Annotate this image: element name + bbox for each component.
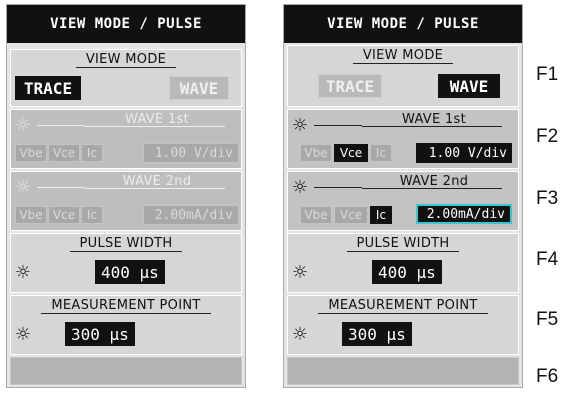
- pulse-width-section: PULSE WIDTH ☼ 400 µs: [10, 233, 242, 293]
- view-mode-title: VIEW MODE: [352, 48, 454, 64]
- wave-1st-title: WAVE 1st: [125, 112, 189, 127]
- wave-2nd-title: WAVE 2nd: [122, 174, 192, 189]
- trace-button[interactable]: TRACE: [318, 74, 382, 98]
- panel-header: VIEW MODE / PULSE: [7, 5, 245, 43]
- empty-softkey-section: [287, 357, 519, 385]
- gear-icon[interactable]: ☼: [290, 263, 310, 283]
- measurement-point-section: MEASUREMENT POINT ☼ 300 µs: [287, 295, 519, 355]
- gear-icon[interactable]: ☼: [13, 263, 33, 283]
- pulse-width-title: PULSE WIDTH: [346, 236, 460, 252]
- chip-vbe[interactable]: Vbe: [300, 206, 332, 224]
- gear-icon[interactable]: ☼: [13, 116, 33, 136]
- chip-vbe[interactable]: Vbe: [15, 206, 47, 224]
- trace-button[interactable]: TRACE: [15, 76, 81, 100]
- wave-2nd-scale-value[interactable]: 2.00mA/div: [416, 204, 512, 224]
- measurement-point-section: MEASUREMENT POINT ☼ 300 µs: [10, 295, 242, 355]
- gear-icon[interactable]: ☼: [290, 178, 310, 198]
- wave-button[interactable]: WAVE: [169, 76, 229, 100]
- gear-icon[interactable]: ☼: [290, 116, 310, 136]
- chip-ic[interactable]: Ic: [370, 206, 392, 224]
- empty-softkey-section: [10, 357, 242, 385]
- wave-1st-section: ☼ WAVE 1st Vbe Vce Ic 1.00 V/div: [10, 109, 242, 169]
- wave-2nd-title: WAVE 2nd: [399, 174, 469, 189]
- gear-icon[interactable]: ☼: [13, 325, 33, 345]
- function-key-f2[interactable]: F2: [536, 126, 558, 148]
- view-mode-pulse-panel-right: VIEW MODE / PULSE VIEW MODE TRACE WAVE ☼…: [283, 4, 523, 388]
- chip-vbe[interactable]: Vbe: [15, 144, 47, 162]
- view-mode-section: VIEW MODE TRACE WAVE: [287, 45, 519, 107]
- pulse-width-section: PULSE WIDTH ☼ 400 µs: [287, 233, 519, 293]
- function-key-f5[interactable]: F5: [536, 309, 558, 331]
- wave-1st-scale-value[interactable]: 1.00 V/div: [416, 143, 512, 163]
- wave-button[interactable]: WAVE: [438, 74, 500, 98]
- chip-vce[interactable]: Vce: [334, 206, 368, 224]
- view-mode-title: VIEW MODE: [75, 52, 177, 68]
- view-mode-pulse-panel-left: VIEW MODE / PULSE VIEW MODE TRACE WAVE ☼…: [6, 4, 246, 388]
- wave-2nd-section: ☼ WAVE 2nd Vbe Vce Ic 2.00mA/div: [10, 171, 242, 231]
- function-key-f1[interactable]: F1: [536, 64, 558, 86]
- measurement-point-value[interactable]: 300 µs: [65, 322, 135, 346]
- panel-header: VIEW MODE / PULSE: [284, 5, 522, 43]
- pulse-width-title: PULSE WIDTH: [69, 236, 183, 252]
- gear-icon[interactable]: ☼: [290, 325, 310, 345]
- wave-1st-scale-value[interactable]: 1.00 V/div: [143, 143, 239, 163]
- wave-2nd-section: ☼ WAVE 2nd Vbe Vce Ic 2.00mA/div: [287, 171, 519, 231]
- gear-icon[interactable]: ☼: [13, 178, 33, 198]
- chip-ic[interactable]: Ic: [370, 144, 392, 162]
- function-key-f3[interactable]: F3: [536, 188, 558, 210]
- wave-1st-section: ☼ WAVE 1st Vbe Vce Ic 1.00 V/div: [287, 109, 519, 169]
- chip-vce[interactable]: Vce: [48, 144, 80, 162]
- chip-vce[interactable]: Vce: [334, 144, 368, 162]
- function-key-f6[interactable]: F6: [536, 366, 558, 388]
- chip-ic[interactable]: Ic: [81, 144, 103, 162]
- wave-2nd-scale-value[interactable]: 2.00mA/div: [143, 205, 239, 225]
- chip-ic[interactable]: Ic: [81, 206, 103, 224]
- pulse-width-value[interactable]: 400 µs: [95, 260, 165, 284]
- view-mode-section: VIEW MODE TRACE WAVE: [10, 49, 242, 107]
- chip-vce[interactable]: Vce: [48, 206, 80, 224]
- wave-1st-title: WAVE 1st: [402, 112, 466, 127]
- measurement-point-title: MEASUREMENT POINT: [318, 298, 488, 314]
- pulse-width-value[interactable]: 400 µs: [372, 260, 442, 284]
- chip-vbe[interactable]: Vbe: [300, 144, 332, 162]
- measurement-point-title: MEASUREMENT POINT: [41, 298, 211, 314]
- measurement-point-value[interactable]: 300 µs: [342, 322, 412, 346]
- function-key-f4[interactable]: F4: [536, 249, 558, 271]
